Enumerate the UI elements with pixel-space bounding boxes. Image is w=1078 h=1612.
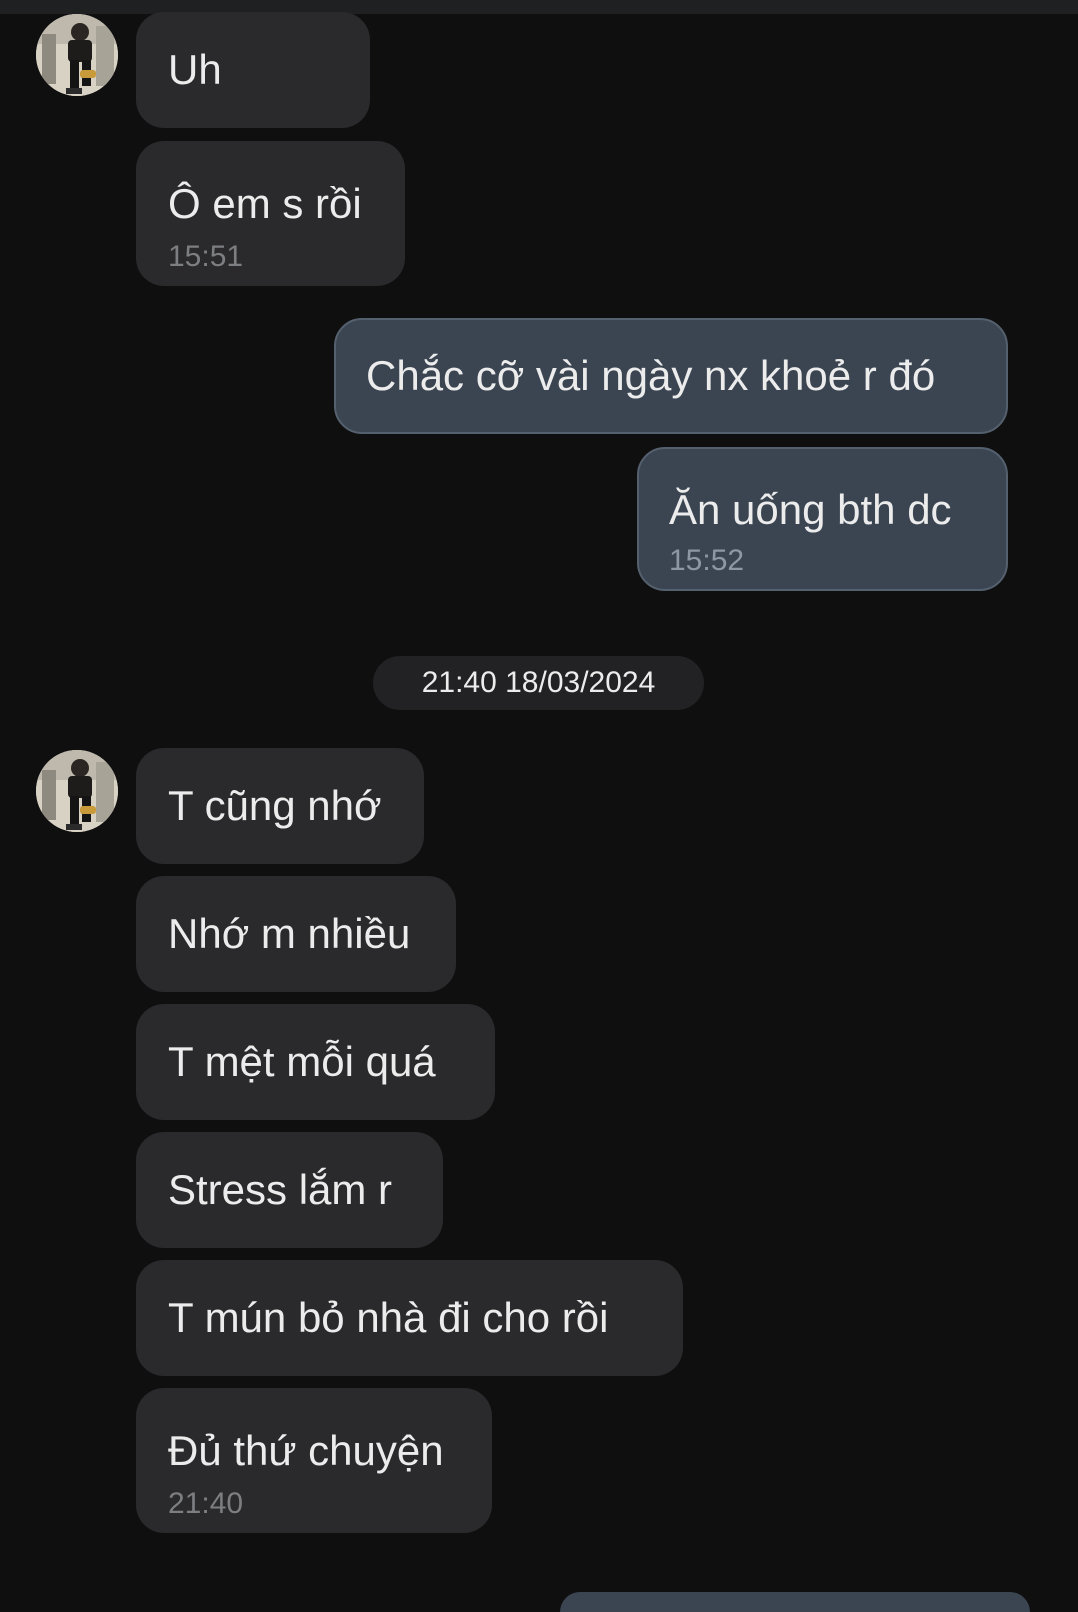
message-text: T mệt mỗi quá bbox=[168, 1038, 436, 1085]
message-text: Ô em s rồi bbox=[168, 180, 362, 227]
message-bubble-incoming[interactable]: Uh bbox=[136, 12, 370, 128]
message-bubble-incoming[interactable]: Ô em s rồi 15:51 bbox=[136, 141, 405, 286]
message-text: Đủ thứ chuyện bbox=[168, 1427, 444, 1474]
message-text: Uh bbox=[168, 46, 222, 93]
message-text: T mún bỏ nhà đi cho rồi bbox=[168, 1294, 609, 1341]
message-bubble-incoming[interactable]: T mệt mỗi quá bbox=[136, 1004, 495, 1120]
message-text: Chắc cỡ vài ngày nx khoẻ r đó bbox=[366, 352, 936, 399]
message-bubble-incoming[interactable]: Đủ thứ chuyện 21:40 bbox=[136, 1388, 492, 1533]
message-bubble-outgoing[interactable]: Chắc cỡ vài ngày nx khoẻ r đó bbox=[334, 318, 1008, 434]
message-text: Ăn uống bth dc bbox=[669, 486, 952, 533]
message-bubble-incoming[interactable]: T cũng nhớ bbox=[136, 748, 424, 864]
message-bubble-incoming[interactable]: Stress lắm r bbox=[136, 1132, 443, 1248]
avatar-photo-icon bbox=[36, 14, 118, 96]
message-bubble-incoming[interactable]: T mún bỏ nhà đi cho rồi bbox=[136, 1260, 683, 1376]
contact-avatar[interactable] bbox=[36, 14, 118, 96]
message-timestamp: 15:51 bbox=[168, 240, 244, 273]
message-text: Nhớ m nhiều bbox=[168, 910, 411, 957]
avatar-photo-icon bbox=[36, 750, 118, 832]
date-separator: 21:40 18/03/2024 bbox=[373, 656, 704, 710]
message-bubble-incoming[interactable]: Nhớ m nhiều bbox=[136, 876, 456, 992]
contact-avatar[interactable] bbox=[36, 750, 118, 832]
message-bubble-outgoing-partial bbox=[560, 1592, 1030, 1612]
message-text: Stress lắm r bbox=[168, 1166, 393, 1213]
message-timestamp: 21:40 bbox=[168, 1487, 244, 1520]
message-bubble-outgoing[interactable]: Ăn uống bth dc 15:52 bbox=[637, 447, 1008, 591]
message-text: T cũng nhớ bbox=[168, 782, 382, 829]
message-timestamp: 15:52 bbox=[669, 544, 745, 577]
